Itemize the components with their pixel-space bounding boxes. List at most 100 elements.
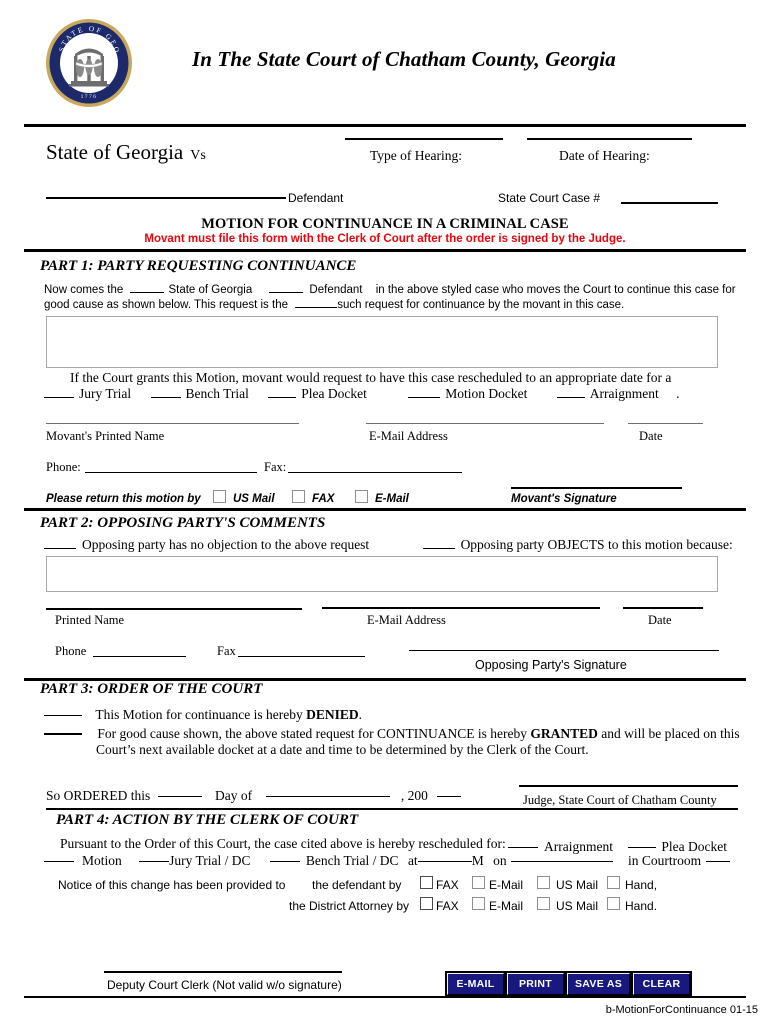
part4-jury-trial-checkline[interactable] bbox=[139, 861, 170, 862]
part2-options-row: Opposing party has no objection to the a… bbox=[44, 537, 733, 553]
opposing-signature-input[interactable] bbox=[409, 650, 719, 651]
so-ordered-year-input[interactable] bbox=[437, 796, 462, 797]
request-count-input[interactable] bbox=[295, 307, 338, 308]
defendant-email-label: E-Mail bbox=[489, 878, 524, 892]
da-hand-label: Hand. bbox=[625, 899, 658, 913]
movant-phone-input[interactable] bbox=[85, 472, 257, 473]
opposing-date-input[interactable] bbox=[623, 607, 703, 609]
return-by-label: Please return this motion by bbox=[46, 493, 201, 505]
part4-bench-trial-label: Bench Trial / DC bbox=[305, 853, 399, 868]
opposing-phone-input[interactable] bbox=[93, 656, 186, 657]
movant-signature-label: Movant's Signature bbox=[511, 493, 617, 505]
opposing-printed-name-input[interactable] bbox=[46, 608, 302, 610]
part4-date-input[interactable] bbox=[510, 861, 613, 862]
option-arraignment-checkline[interactable] bbox=[556, 397, 585, 398]
court-title: In The State Court of Chatham County, Ge… bbox=[192, 47, 616, 71]
part1-line1-d: in the above styled case who moves the C… bbox=[375, 284, 736, 296]
part3-heading: PART 3: ORDER OF THE COURT bbox=[40, 681, 263, 697]
part1-top-divider bbox=[24, 249, 746, 252]
part3-denied-row: This Motion for continuance is hereby DE… bbox=[44, 707, 362, 723]
part4-courtroom-input[interactable] bbox=[706, 861, 731, 862]
movant-fax-input[interactable] bbox=[288, 472, 462, 473]
part4-da-by-label: the District Attorney by bbox=[289, 899, 410, 913]
motion-title: MOTION FOR CONTINUANCE IN A CRIMINAL CAS… bbox=[201, 216, 569, 232]
opposing-fax-input[interactable] bbox=[238, 656, 365, 657]
case-number-input[interactable] bbox=[621, 202, 718, 204]
return-by-fax-checkbox[interactable] bbox=[292, 490, 305, 503]
so-ordered-day-input[interactable] bbox=[157, 796, 202, 797]
opposing-phone-label: Phone bbox=[55, 644, 87, 658]
defendant-usmail-label: US Mail bbox=[556, 878, 599, 892]
defendant-usmail-checkbox[interactable] bbox=[537, 876, 550, 889]
clear-button[interactable]: CLEAR bbox=[633, 973, 690, 995]
part3-denied-pre: This Motion for continuance is hereby bbox=[95, 707, 307, 722]
part4-time-input[interactable] bbox=[417, 861, 472, 862]
movant-email-input[interactable] bbox=[366, 423, 604, 425]
movant-phone-label: Phone: bbox=[46, 460, 81, 474]
document-id: b-MotionForContinuance 01-15 bbox=[605, 1004, 758, 1016]
opposing-printed-name-label: Printed Name bbox=[55, 613, 125, 627]
option-motion-docket-checkline[interactable] bbox=[408, 397, 441, 398]
so-ordered-month-input[interactable] bbox=[265, 796, 390, 797]
no-objection-checkline[interactable] bbox=[44, 548, 76, 549]
option-jury-trial-checkline[interactable] bbox=[44, 397, 74, 398]
motion-warning: Movant must file this form with the Cler… bbox=[144, 233, 626, 245]
defendant-hand-checkbox[interactable] bbox=[607, 876, 620, 889]
movant-signature-input[interactable] bbox=[511, 487, 682, 489]
return-by-us-mail-checkbox[interactable] bbox=[213, 490, 226, 503]
part4-arraignment-label: Arraignment bbox=[544, 839, 613, 854]
part4-meridiem-label: M bbox=[471, 853, 484, 868]
date-of-hearing-input[interactable] bbox=[527, 138, 692, 140]
opposing-email-input[interactable] bbox=[322, 607, 600, 609]
part4-on-label: on bbox=[493, 853, 507, 868]
objects-checkline[interactable] bbox=[422, 548, 455, 549]
defendant-email-checkbox[interactable] bbox=[472, 876, 485, 889]
part1-line2-a: good cause as shown below. This request … bbox=[44, 299, 288, 311]
no-objection-label: Opposing party has no objection to the a… bbox=[82, 537, 370, 552]
movant-email-label: E-Mail Address bbox=[369, 429, 448, 443]
form-action-button-bar: E-MAIL PRINT SAVE AS CLEAR bbox=[445, 971, 692, 997]
da-email-checkbox[interactable] bbox=[472, 897, 485, 910]
judge-signature-input[interactable] bbox=[519, 785, 738, 787]
granted-checkline[interactable] bbox=[44, 733, 82, 735]
so-ordered-row: So ORDERED this Day of , 200 bbox=[46, 788, 462, 804]
svg-text:1776: 1776 bbox=[81, 94, 98, 100]
defendant-fax-checkbox[interactable] bbox=[420, 876, 433, 889]
movant-date-input[interactable] bbox=[628, 423, 703, 425]
return-by-email-checkbox[interactable] bbox=[355, 490, 368, 503]
deputy-clerk-signature-input[interactable] bbox=[104, 971, 342, 973]
defendant-label: Defendant bbox=[288, 191, 344, 205]
save-as-button[interactable]: SAVE AS bbox=[567, 973, 630, 995]
date-of-hearing-label: Date of Hearing: bbox=[559, 148, 650, 163]
da-email-label: E-Mail bbox=[489, 899, 524, 913]
option-jury-trial-label: Jury Trial bbox=[79, 386, 132, 401]
part4-schedule-row: Motion Jury Trial / DC Bench Trial / DC … bbox=[44, 853, 613, 869]
part4-bench-trial-checkline[interactable] bbox=[269, 861, 300, 862]
part4-motion-checkline[interactable] bbox=[44, 861, 74, 862]
part4-plea-docket-checkline[interactable] bbox=[628, 847, 657, 848]
part3-granted-word: GRANTED bbox=[530, 726, 598, 741]
defendant-name-input[interactable] bbox=[46, 197, 286, 199]
da-fax-checkbox[interactable] bbox=[420, 897, 433, 910]
part1-reschedule-text: If the Court grants this Motion, movant … bbox=[70, 370, 672, 385]
denied-checkline[interactable] bbox=[44, 715, 82, 716]
option-motion-docket-label: Motion Docket bbox=[445, 386, 528, 401]
da-hand-checkbox[interactable] bbox=[607, 897, 620, 910]
print-button[interactable]: PRINT bbox=[507, 973, 564, 995]
option-plea-docket-checkline[interactable] bbox=[268, 397, 297, 398]
return-by-email-label: E-Mail bbox=[375, 493, 409, 505]
state-of-georgia-checkline[interactable] bbox=[130, 292, 165, 293]
option-bench-trial-checkline[interactable] bbox=[150, 397, 181, 398]
defendant-checkline[interactable] bbox=[269, 292, 304, 293]
part1-reason-textarea[interactable] bbox=[46, 316, 718, 368]
email-button[interactable]: E-MAIL bbox=[447, 973, 504, 995]
part3-granted-pre: For good cause shown, the above stated r… bbox=[97, 726, 531, 741]
part4-arraignment-checkline[interactable] bbox=[508, 847, 538, 848]
type-of-hearing-label: Type of Hearing: bbox=[370, 148, 463, 163]
movant-printed-name-input[interactable] bbox=[46, 423, 299, 425]
da-usmail-checkbox[interactable] bbox=[537, 897, 550, 910]
part2-comments-textarea[interactable] bbox=[46, 556, 718, 592]
type-of-hearing-input[interactable] bbox=[345, 138, 503, 140]
da-fax-label: FAX bbox=[436, 899, 459, 913]
objects-label: Opposing party OBJECTS to this motion be… bbox=[460, 537, 733, 552]
